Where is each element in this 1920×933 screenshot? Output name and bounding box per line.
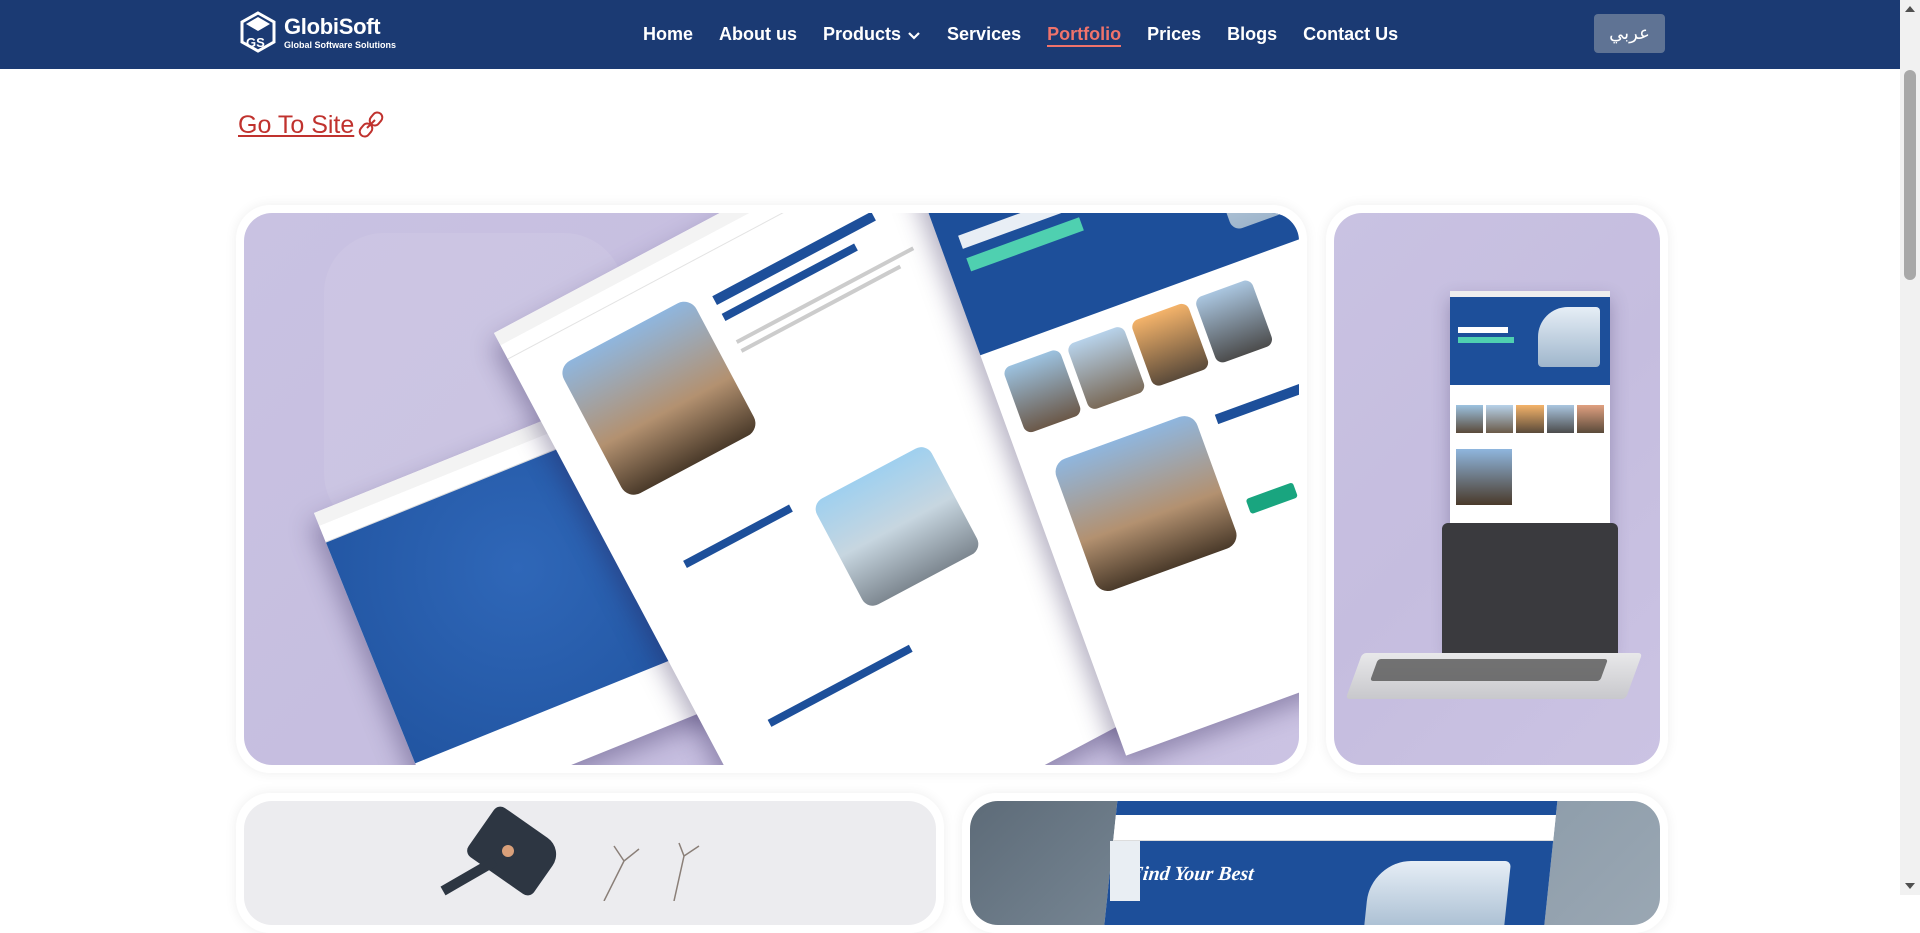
link-icon (358, 111, 384, 138)
top-navbar: GS GlobiSoft Global Software Solutions H… (0, 0, 1900, 69)
nav-item-services[interactable]: Services (934, 0, 1034, 69)
go-to-site-link[interactable]: Go To Site (238, 110, 384, 140)
go-to-site-label: Go To Site (238, 110, 355, 139)
portfolio-card-laptop[interactable] (1326, 205, 1668, 773)
portfolio-card-desktop[interactable]: Find Your Best (962, 793, 1668, 933)
main-nav: Home About us Products Services Portfoli… (630, 0, 1411, 69)
page-scrollbar[interactable] (1900, 0, 1920, 895)
globisoft-logo-icon: GS (240, 11, 276, 53)
real-estate-laptop-mockup (1334, 213, 1660, 765)
real-estate-multi-page-mockup (244, 213, 1299, 765)
scrollbar-thumb[interactable] (1904, 70, 1916, 280)
site-logo[interactable]: GS GlobiSoft Global Software Solutions (238, 11, 396, 55)
language-switch-button[interactable]: عربي (1594, 14, 1665, 53)
nav-item-portfolio[interactable]: Portfolio (1034, 0, 1134, 69)
nav-item-contact-us[interactable]: Contact Us (1290, 0, 1411, 69)
scroll-up-icon[interactable] (1905, 6, 1915, 12)
brand-tagline: Global Software Solutions (284, 40, 397, 50)
svg-text:GS: GS (246, 35, 265, 50)
brand-name: GlobiSoft (284, 14, 381, 39)
scroll-down-icon[interactable] (1905, 883, 1915, 889)
nav-item-blogs[interactable]: Blogs (1214, 0, 1290, 69)
nav-item-about-us[interactable]: About us (706, 0, 810, 69)
real-estate-desktop-mockup: Find Your Best (970, 801, 1660, 925)
nav-item-home[interactable]: Home (630, 0, 706, 69)
chevron-down-icon (908, 31, 920, 40)
portfolio-card-lamp[interactable] (236, 793, 944, 933)
nav-item-prices[interactable]: Prices (1134, 0, 1214, 69)
desk-lamp-photo (244, 801, 936, 925)
desktop-mockup-headline: Find Your Best (1128, 863, 1255, 885)
nav-item-products-label: Products (823, 24, 902, 44)
portfolio-card-main[interactable] (236, 205, 1307, 773)
nav-item-products[interactable]: Products (810, 0, 934, 69)
